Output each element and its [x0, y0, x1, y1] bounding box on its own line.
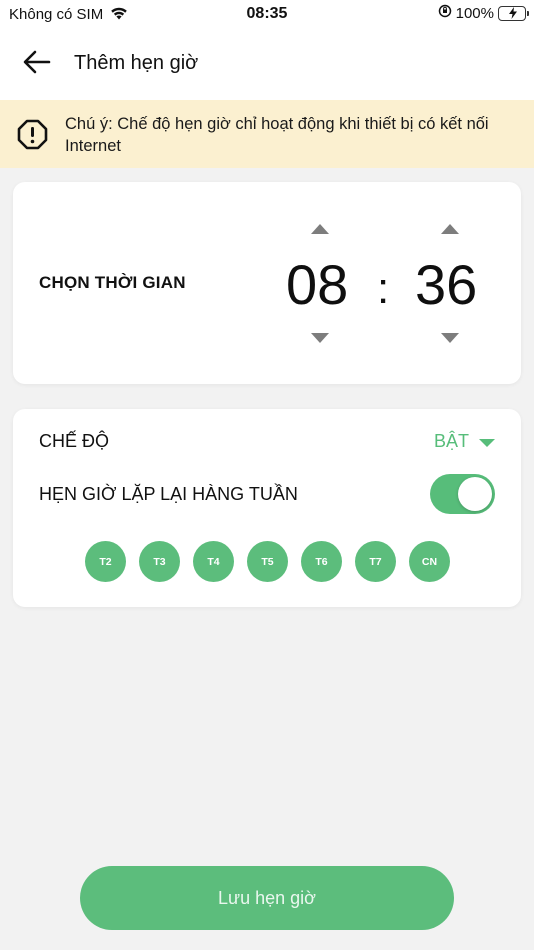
page-title: Thêm hẹn giờ — [74, 52, 199, 74]
schedule-settings-card: CHẾ ĐỘ BẬT HẸN GIỜ LẶP LẠI HÀNG TUẦN T2 … — [13, 409, 521, 607]
mode-value-label: BẬT — [433, 431, 469, 451]
weekly-repeat-toggle[interactable] — [430, 474, 495, 514]
day-chip-t2[interactable]: T2 — [85, 541, 126, 582]
time-picker-card: CHỌN THỜI GIAN 08 : 36 — [13, 182, 521, 384]
caret-down-icon — [479, 438, 495, 447]
toggle-knob — [458, 477, 492, 511]
mode-label: CHẾ ĐỘ — [39, 431, 110, 451]
minute-value[interactable]: 36 — [415, 252, 477, 317]
mode-dropdown[interactable]: BẬT — [434, 431, 495, 452]
hour-value[interactable]: 08 — [286, 252, 348, 317]
day-chip-t6[interactable]: T6 — [301, 541, 342, 582]
arrow-left-icon — [23, 50, 51, 79]
app-header: Thêm hẹn giờ — [0, 28, 534, 100]
day-chip-cn[interactable]: CN — [409, 541, 450, 582]
time-separator: : — [377, 264, 390, 313]
day-chip-t3[interactable]: T3 — [139, 541, 180, 582]
notice-text: Chú ý: Chế độ hẹn giờ chỉ hoạt động khi … — [65, 115, 489, 155]
back-button[interactable] — [18, 46, 56, 82]
battery-percent: 100% — [455, 4, 494, 22]
day-chip-t7[interactable]: T7 — [355, 541, 396, 582]
save-timer-button[interactable]: Lưu hẹn giờ — [80, 866, 454, 930]
hour-decrease-button[interactable] — [311, 333, 329, 343]
hour-increase-button[interactable] — [311, 224, 329, 234]
orientation-lock-icon — [438, 4, 452, 22]
weekday-selector: T2 T3 T4 T5 T6 T7 CN — [85, 541, 450, 582]
notice-banner: Chú ý: Chế độ hẹn giờ chỉ hoạt động khi … — [0, 100, 534, 168]
alert-octagon-icon — [17, 119, 48, 155]
day-chip-t4[interactable]: T4 — [193, 541, 234, 582]
status-bar: Không có SIM 08:35 100% — [0, 0, 534, 28]
battery-charging-icon — [498, 5, 529, 21]
minute-increase-button[interactable] — [441, 224, 459, 234]
day-chip-t5[interactable]: T5 — [247, 541, 288, 582]
minute-decrease-button[interactable] — [441, 333, 459, 343]
time-picker-label: CHỌN THỜI GIAN — [39, 273, 186, 292]
status-right-group: 100% — [438, 4, 529, 22]
weekly-repeat-label: HẸN GIỜ LẶP LẠI HÀNG TUẦN — [39, 484, 298, 504]
